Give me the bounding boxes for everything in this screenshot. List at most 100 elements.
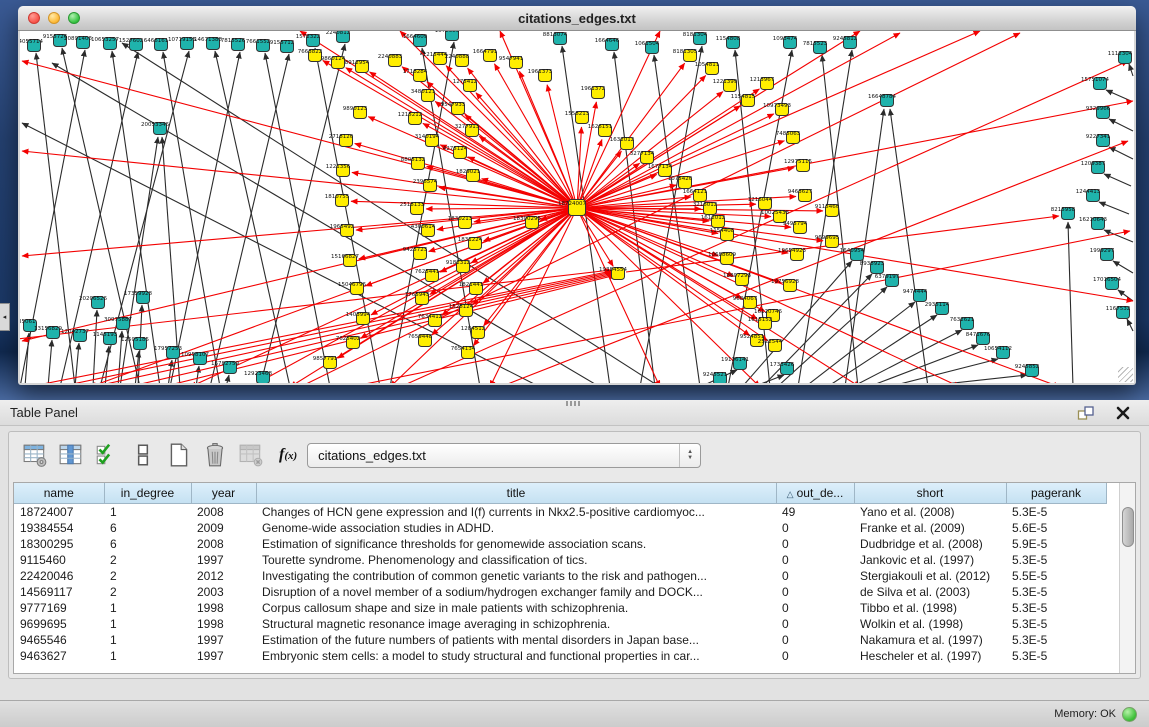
table-cell[interactable]: Wolkin et al. (1998): [854, 616, 1006, 632]
table-cell[interactable]: 2: [104, 568, 191, 584]
table-cell[interactable]: 5.3E-5: [1006, 600, 1106, 616]
table-cell[interactable]: 14569117: [14, 584, 104, 600]
table-mode-icon[interactable]: [21, 441, 49, 469]
delete-columns-icon[interactable]: [201, 441, 229, 469]
table-cell[interactable]: 1: [104, 648, 191, 664]
table-cell[interactable]: Dudbridge et al. (2008): [854, 536, 1006, 552]
function-builder-icon[interactable]: f(x): [279, 446, 297, 464]
table-cell[interactable]: 22420046: [14, 568, 104, 584]
table-cell[interactable]: 5.9E-5: [1006, 536, 1106, 552]
network-window-titlebar[interactable]: citations_edges.txt: [18, 6, 1136, 31]
close-window-button[interactable]: [28, 12, 40, 24]
table-cell[interactable]: 5.6E-5: [1006, 520, 1106, 536]
table-cell[interactable]: 0: [776, 584, 854, 600]
column-header[interactable]: in_degree: [104, 483, 191, 504]
select-columns-icon[interactable]: [93, 441, 121, 469]
row-merge-icon[interactable]: [129, 441, 157, 469]
table-cell[interactable]: Investigating the contribution of common…: [256, 568, 776, 584]
table-cell[interactable]: Genome-wide association studies in ADHD.: [256, 520, 776, 536]
table-cell[interactable]: 5.3E-5: [1006, 584, 1106, 600]
table-cell[interactable]: 5.5E-5: [1006, 568, 1106, 584]
table-cell[interactable]: 9777169: [14, 600, 104, 616]
column-header[interactable]: short: [854, 483, 1006, 504]
table-cell[interactable]: Disruption of a novel member of a sodium…: [256, 584, 776, 600]
table-cell[interactable]: 1: [104, 600, 191, 616]
table-cell[interactable]: Tourette syndrome. Phenomenology and cla…: [256, 552, 776, 568]
panel-collapse-arrow[interactable]: ◂: [0, 303, 10, 331]
table-cell[interactable]: 1998: [191, 616, 256, 632]
table-row[interactable]: 1872400712008Changes of HCN gene express…: [14, 504, 1106, 521]
new-column-icon[interactable]: [165, 441, 193, 469]
column-header[interactable]: title: [256, 483, 776, 504]
table-cell[interactable]: 2009: [191, 520, 256, 536]
column-header[interactable]: pagerank: [1006, 483, 1106, 504]
table-cell[interactable]: 2: [104, 552, 191, 568]
table-cell[interactable]: 6: [104, 536, 191, 552]
table-cell[interactable]: 2: [104, 584, 191, 600]
table-cell[interactable]: 9465546: [14, 632, 104, 648]
table-header-row[interactable]: namein_degreeyeartitle△out_de...shortpag…: [14, 483, 1106, 504]
table-row[interactable]: 969969511998Structural magnetic resonanc…: [14, 616, 1106, 632]
table-cell[interactable]: 6: [104, 520, 191, 536]
table-cell[interactable]: Franke et al. (2009): [854, 520, 1006, 536]
table-cell[interactable]: Structural magnetic resonance image aver…: [256, 616, 776, 632]
table-cell[interactable]: 1997: [191, 632, 256, 648]
table-cell[interactable]: de Silva et al. (2003): [854, 584, 1006, 600]
float-panel-icon[interactable]: [1077, 405, 1095, 421]
table-cell[interactable]: 1: [104, 504, 191, 521]
table-cell[interactable]: 5.3E-5: [1006, 552, 1106, 568]
table-cell[interactable]: 0: [776, 600, 854, 616]
table-cell[interactable]: 1998: [191, 600, 256, 616]
table-cell[interactable]: 18300295: [14, 536, 104, 552]
zoom-window-button[interactable]: [68, 12, 80, 24]
table-cell[interactable]: 9115460: [14, 552, 104, 568]
column-header[interactable]: name: [14, 483, 104, 504]
table-cell[interactable]: 1997: [191, 552, 256, 568]
table-cell[interactable]: Yano et al. (2008): [854, 504, 1006, 521]
minimize-window-button[interactable]: [48, 12, 60, 24]
table-cell[interactable]: Hescheler et al. (1997): [854, 648, 1006, 664]
table-cell[interactable]: Stergiakouli et al. (2012): [854, 568, 1006, 584]
table-scrollbar[interactable]: [1119, 483, 1135, 673]
column-header[interactable]: year: [191, 483, 256, 504]
table-cell[interactable]: Jankovic et al. (1997): [854, 552, 1006, 568]
network-graph[interactable]: 1872400718300295193845547663822986012489…: [20, 31, 1134, 383]
table-cell[interactable]: 0: [776, 648, 854, 664]
table-cell[interactable]: 1: [104, 616, 191, 632]
table-row[interactable]: 1456911722003Disruption of a novel membe…: [14, 584, 1106, 600]
table-cell[interactable]: 0: [776, 568, 854, 584]
table-cell[interactable]: Tibbo et al. (1998): [854, 600, 1006, 616]
table-cell[interactable]: Estimation of significance thresholds fo…: [256, 536, 776, 552]
table-cell[interactable]: 1: [104, 632, 191, 648]
table-cell[interactable]: 5.3E-5: [1006, 616, 1106, 632]
table-cell[interactable]: 5.3E-5: [1006, 504, 1106, 521]
table-cell[interactable]: Embryonic stem cells: a model to study s…: [256, 648, 776, 664]
table-cell[interactable]: 19384554: [14, 520, 104, 536]
table-cell[interactable]: Corpus callosum shape and size in male p…: [256, 600, 776, 616]
table-cell[interactable]: 2008: [191, 504, 256, 521]
table-row[interactable]: 946554611997Estimation of the future num…: [14, 632, 1106, 648]
table-cell[interactable]: 5.3E-5: [1006, 632, 1106, 648]
table-cell[interactable]: 9699695: [14, 616, 104, 632]
table-cell[interactable]: 0: [776, 536, 854, 552]
column-header[interactable]: △out_de...: [776, 483, 854, 504]
show-columns-icon[interactable]: [57, 441, 85, 469]
table-cell[interactable]: 5.3E-5: [1006, 648, 1106, 664]
table-row[interactable]: 977716911998Corpus callosum shape and si…: [14, 600, 1106, 616]
table-row[interactable]: 1938455462009Genome-wide association stu…: [14, 520, 1106, 536]
table-cell[interactable]: 49: [776, 504, 854, 521]
table-row[interactable]: 946362711997Embryonic stem cells: a mode…: [14, 648, 1106, 664]
table-cell[interactable]: Nakamura et al. (1997): [854, 632, 1006, 648]
table-cell[interactable]: 18724007: [14, 504, 104, 521]
table-cell[interactable]: 0: [776, 616, 854, 632]
table-cell[interactable]: 1997: [191, 648, 256, 664]
table-cell[interactable]: 9463627: [14, 648, 104, 664]
window-resize-grip[interactable]: [1118, 367, 1133, 382]
table-cell[interactable]: 0: [776, 520, 854, 536]
table-scrollbar-thumb[interactable]: [1122, 507, 1134, 547]
splitter-handle[interactable]: [566, 401, 582, 406]
table-cell[interactable]: 2012: [191, 568, 256, 584]
table-cell[interactable]: 2003: [191, 584, 256, 600]
network-table-selector[interactable]: citations_edges.txt ▲▼: [307, 443, 701, 468]
memory-status-icon[interactable]: [1122, 707, 1137, 722]
